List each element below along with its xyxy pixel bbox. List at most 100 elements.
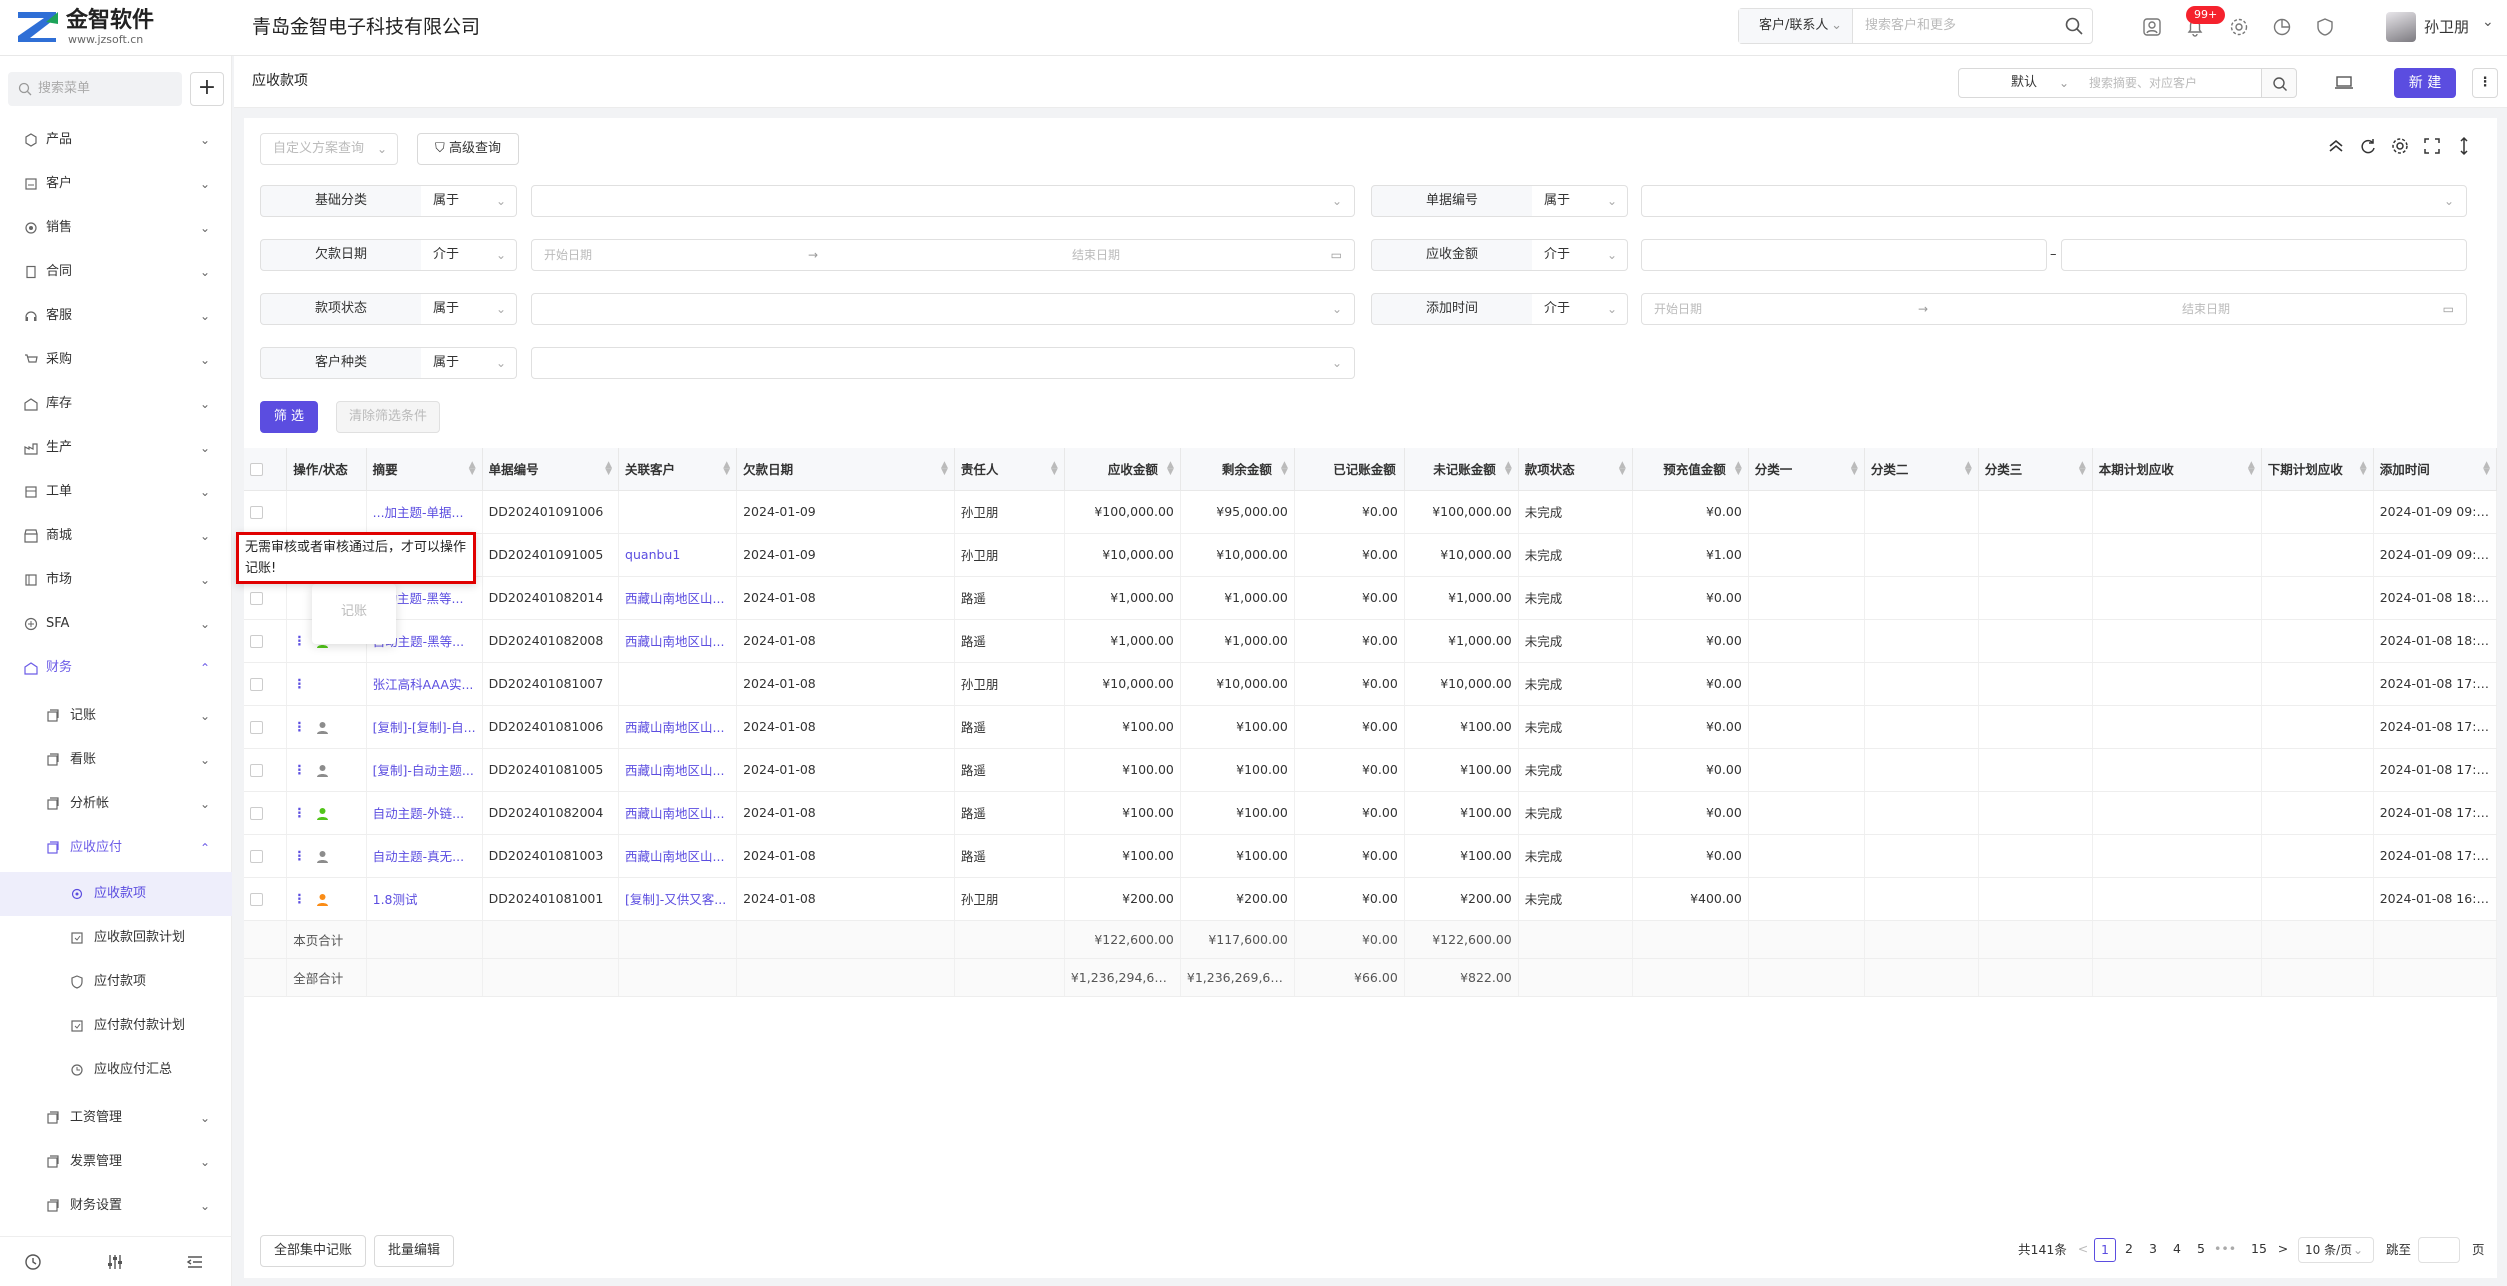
sidebar-item-product[interactable]: 产品 ⌄ — [0, 118, 232, 162]
sort-icon[interactable]: ▲ ▼ — [605, 461, 612, 477]
col-header[interactable]: 欠款日期 ▲ ▼ — [736, 448, 955, 491]
custom-query-select[interactable]: 自定义方案查询 ⌄ — [260, 133, 398, 165]
sliders-icon[interactable] — [104, 1251, 126, 1273]
search-scope-select[interactable]: 客户/联系人 ⌄ — [1739, 9, 1853, 43]
sidebar-item-analysis[interactable]: 分析帐 ⌄ — [0, 782, 232, 826]
page-button[interactable]: 2 — [2118, 1238, 2140, 1262]
sort-icon[interactable]: ▲ ▼ — [1051, 461, 1058, 477]
sidebar-item-receivable-plan[interactable]: 应收款回款计划 — [0, 916, 232, 960]
sort-icon[interactable]: ▲ ▼ — [469, 461, 476, 477]
avatar[interactable] — [2386, 12, 2416, 42]
sidebar-item-purchase[interactable]: 采购 ⌄ — [0, 338, 232, 382]
customer-cell[interactable]: 西藏山南地区山... — [618, 576, 738, 620]
sidebar-item-bookkeeping[interactable]: 记账 ⌄ — [0, 694, 232, 738]
logo[interactable]: 金智软件 www.jzsoft.cn — [16, 8, 166, 48]
sidebar-item-finance-settings[interactable]: 财务设置 ⌄ — [0, 1184, 232, 1228]
page-button[interactable]: 4 — [2166, 1238, 2188, 1262]
refresh-icon[interactable] — [2358, 136, 2378, 156]
customer-cell[interactable]: 西藏山南地区山... — [618, 834, 738, 878]
history-icon[interactable] — [22, 1251, 44, 1273]
sidebar-item-service[interactable]: 客服 ⌄ — [0, 294, 232, 338]
col-header[interactable]: 未记账金额 ▲ ▼ — [1404, 448, 1519, 491]
customer-cell[interactable]: 西藏山南地区山... — [618, 791, 738, 835]
row-height-icon[interactable] — [2454, 136, 2474, 156]
add-menu-button[interactable]: + — [190, 72, 224, 106]
customer-cell[interactable]: [复制]-又供又客... — [618, 877, 738, 921]
sort-icon[interactable]: ▲ ▼ — [1167, 461, 1174, 477]
sidebar-item-finance[interactable]: 财务 ⌃ — [0, 646, 232, 690]
filter-op-added-time[interactable]: 介于 ⌄ — [1532, 293, 1628, 325]
customer-cell[interactable]: 西藏山南地区山... — [618, 748, 738, 792]
clear-filter-button[interactable]: 清除筛选条件 — [336, 401, 440, 433]
sidebar-item-production[interactable]: 生产 ⌄ — [0, 426, 232, 470]
row-menu-icon[interactable]: ⋮ — [293, 891, 306, 906]
row-checkbox[interactable] — [244, 791, 288, 835]
sidebar-item-contract[interactable]: 合同 ⌄ — [0, 250, 232, 294]
customer-cell[interactable]: 西藏山南地区山... — [618, 619, 738, 663]
sidebar-item-payables[interactable]: 应付款项 — [0, 960, 232, 1004]
page-button[interactable]: 15 — [2248, 1238, 2270, 1262]
sidebar-item-mall[interactable]: 商城 ⌄ — [0, 514, 232, 558]
sidebar-item-view-accounts[interactable]: 看账 ⌄ — [0, 738, 232, 782]
more-button[interactable]: ⋮ — [2472, 68, 2498, 98]
page-size-select[interactable]: 10 条/页 ⌄ — [2298, 1237, 2374, 1263]
table-row[interactable]: ⋮ 自动主题-真无... DD202401081003 西藏山南地区山... 2024-… — [244, 834, 2498, 878]
summary-cell[interactable]: ...加主题-单据... — [366, 490, 483, 534]
row-menu-icon[interactable]: ⋮ — [293, 848, 306, 863]
summary-cell[interactable]: 自动主题-真无... — [366, 834, 483, 878]
filter-op-debt-date[interactable]: 介于 ⌄ — [421, 239, 517, 271]
col-header[interactable]: 摘要 ▲ ▼ — [366, 448, 483, 491]
filter-op-amount[interactable]: 介于 ⌄ — [1532, 239, 1628, 271]
user-name[interactable]: 孙卫朋 — [2424, 16, 2469, 38]
sidebar-item-ar-ap[interactable]: 应收应付 ⌃ — [0, 826, 232, 870]
chart-pie-icon[interactable] — [2271, 16, 2293, 38]
sort-icon[interactable]: ▲ ▼ — [2483, 461, 2490, 477]
table-row[interactable]: ⋮ 1.8测试 DD202401081001 [复制]-又供又客... 2024-01-… — [244, 877, 2498, 921]
sidebar-item-workorder[interactable]: 工单 ⌄ — [0, 470, 232, 514]
monitor-icon[interactable] — [2334, 73, 2354, 93]
summary-cell[interactable]: 张江高科AAA实... — [366, 662, 483, 706]
table-row[interactable]: ...加主题-单据... DD202401091006 2024-01-09 孙卫朋 ¥… — [244, 490, 2498, 534]
sidebar-item-payroll[interactable]: 工资管理 ⌄ — [0, 1096, 232, 1140]
sort-icon[interactable]: ▲ ▼ — [1965, 461, 1972, 477]
sidebar-item-inventory[interactable]: 库存 ⌄ — [0, 382, 232, 426]
sort-icon[interactable]: ▲ ▼ — [2360, 461, 2367, 477]
sidebar-item-invoice[interactable]: 发票管理 ⌄ — [0, 1140, 232, 1184]
col-header[interactable]: 责任人 ▲ ▼ — [954, 448, 1065, 491]
fullscreen-icon[interactable] — [2422, 136, 2442, 156]
filter-op-customer-type[interactable]: 属于 ⌄ — [421, 347, 517, 379]
sidebar-item-customer[interactable]: 客户 ⌄ — [0, 162, 232, 206]
menu-search[interactable]: 搜索菜单 — [8, 72, 182, 106]
prev-page-button[interactable]: < — [2072, 1238, 2094, 1262]
filter-op-status[interactable]: 属于 ⌄ — [421, 293, 517, 325]
customer-cell[interactable]: 西藏山南地区山... — [618, 705, 738, 749]
new-button[interactable]: 新 建 — [2394, 68, 2456, 98]
sidebar-item-sales[interactable]: 销售 ⌄ — [0, 206, 232, 250]
contacts-icon[interactable] — [2141, 16, 2163, 38]
view-select[interactable]: 默认 ⌄ — [1958, 68, 2080, 98]
col-header[interactable]: 应收金额 ▲ ▼ — [1064, 448, 1181, 491]
global-search-input[interactable]: 搜索客户和更多 — [1865, 9, 1956, 43]
sidebar-item-market[interactable]: 市场 ⌄ — [0, 558, 232, 602]
row-checkbox[interactable] — [244, 834, 288, 878]
table-row[interactable]: ⋮ [复制]-[复制]-自... DD202401081006 西藏山南地区山... 2… — [244, 705, 2498, 749]
record-search-button[interactable] — [2261, 68, 2297, 98]
col-header[interactable]: 分类一 ▲ ▼ — [1748, 448, 1865, 491]
batch-post-button[interactable]: 全部集中记账 — [260, 1235, 366, 1267]
row-menu-icon[interactable]: ⋮ — [293, 805, 306, 820]
end-date-input[interactable]: 结束日期 — [2182, 294, 2230, 324]
col-header[interactable]: 下期计划应收 ▲ ▼ — [2261, 448, 2374, 491]
col-header[interactable]: 分类二 ▲ ▼ — [1864, 448, 1979, 491]
col-header[interactable]: 关联客户 ▲ ▼ — [618, 448, 738, 491]
amount-max-input[interactable] — [2061, 239, 2467, 271]
menu-search-input[interactable]: 搜索菜单 — [38, 72, 90, 106]
filter-value-added-time[interactable]: 开始日期 → 结束日期 ▭ — [1641, 293, 2467, 325]
filter-value-docno[interactable]: ⌄ — [1641, 185, 2467, 217]
sort-icon[interactable]: ▲ ▼ — [1505, 461, 1512, 477]
batch-edit-button[interactable]: 批量编辑 — [374, 1235, 454, 1267]
summary-cell[interactable]: [复制]-[复制]-自... — [366, 705, 483, 749]
search-icon[interactable] — [2064, 16, 2084, 36]
post-menu-item[interactable]: 记账 — [312, 600, 396, 624]
page-button[interactable]: 1 — [2094, 1238, 2116, 1262]
chevron-down-icon[interactable]: ⌄ — [2482, 14, 2494, 30]
